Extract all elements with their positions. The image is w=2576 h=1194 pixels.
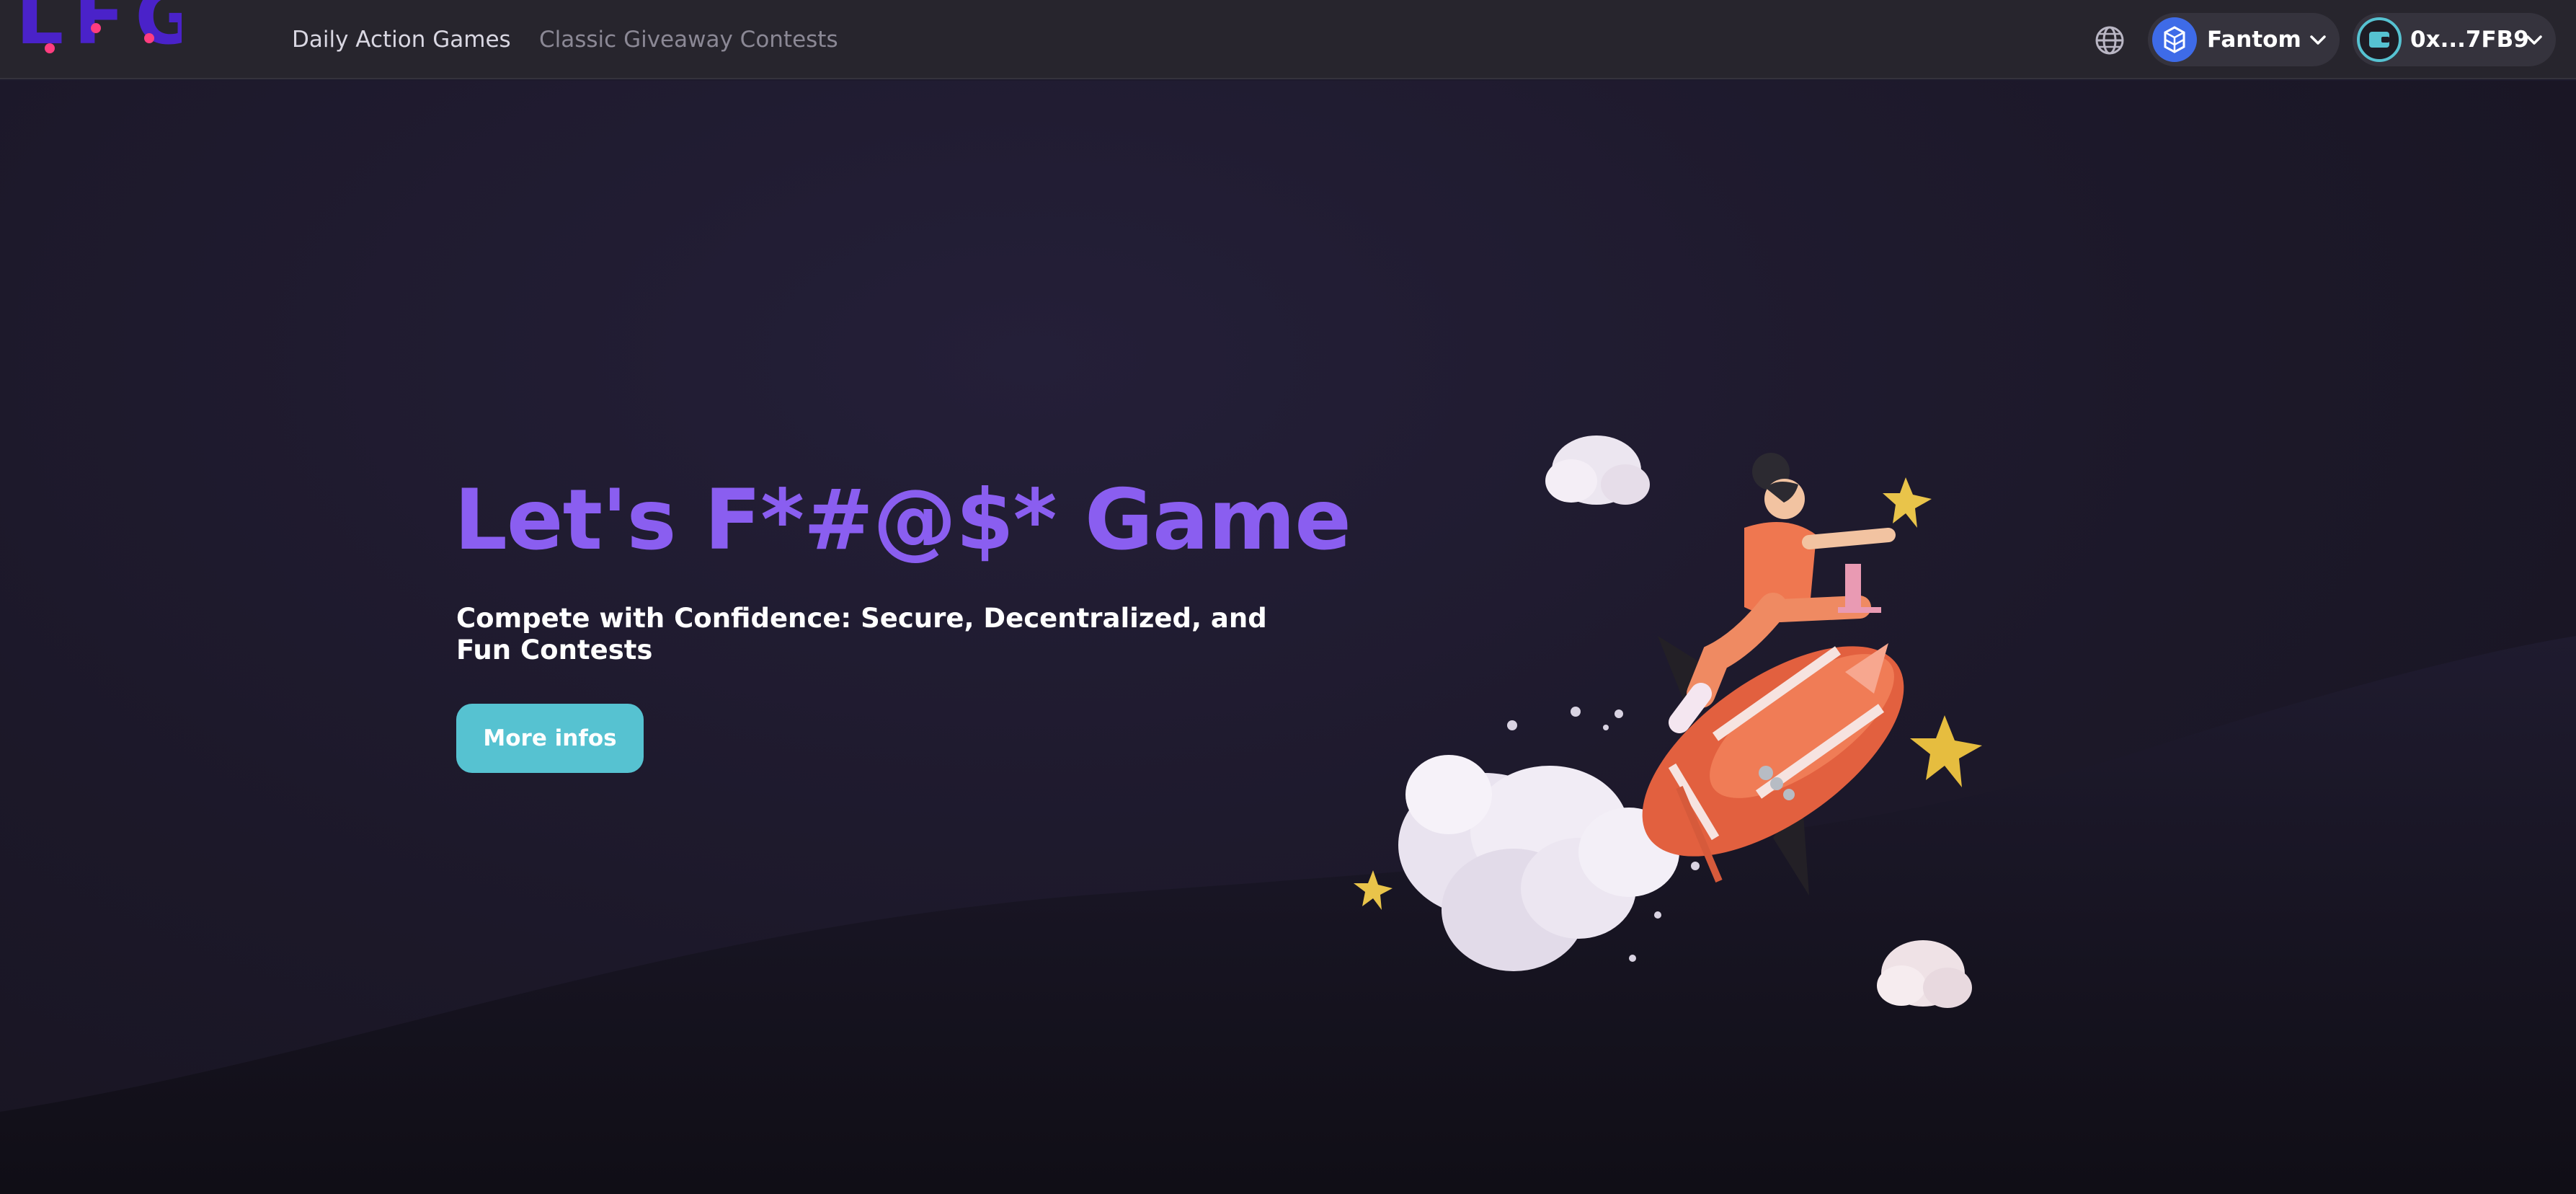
star-icon [1354,870,1393,910]
wallet-account-button[interactable]: 0x...7FB9 [2353,13,2556,66]
logo-dot-icon [45,43,55,53]
nav-classic-giveaway-contests[interactable]: Classic Giveaway Contests [539,26,838,53]
chevron-down-icon [2526,35,2542,45]
network-label: Fantom [2207,27,2301,53]
top-navigation-bar: LFG Daily Action Games Classic Giveaway … [0,0,2576,79]
globe-icon[interactable] [2093,24,2126,57]
star-icon [1883,477,1932,528]
hero-subtitle: Compete with Confidence: Secure, Decentr… [456,603,1267,665]
cloud-icon [1877,940,1972,1008]
nav-daily-action-games[interactable]: Daily Action Games [292,26,511,53]
fantom-icon [2152,17,2197,62]
logo-dot-icon [91,23,101,33]
lfg-logo[interactable]: LFG [16,0,182,59]
logo-dot-icon [144,33,154,43]
wallet-icon [2357,17,2402,62]
hero-section: Let's F*#@$* Game Compete with Confidenc… [0,81,2576,1194]
chevron-down-icon [2310,35,2326,45]
hero-title: Let's F*#@$* Game [454,472,1351,569]
girl-riding-rocket-illustration [1354,435,1982,1008]
star-icon [1910,715,1982,787]
more-infos-button[interactable]: More infos [456,704,644,773]
wallet-address-label: 0x...7FB9 [2410,27,2529,53]
cloud-icon [1545,435,1650,505]
network-selector-button[interactable]: Fantom [2148,13,2340,66]
background-wave [0,636,2576,1194]
